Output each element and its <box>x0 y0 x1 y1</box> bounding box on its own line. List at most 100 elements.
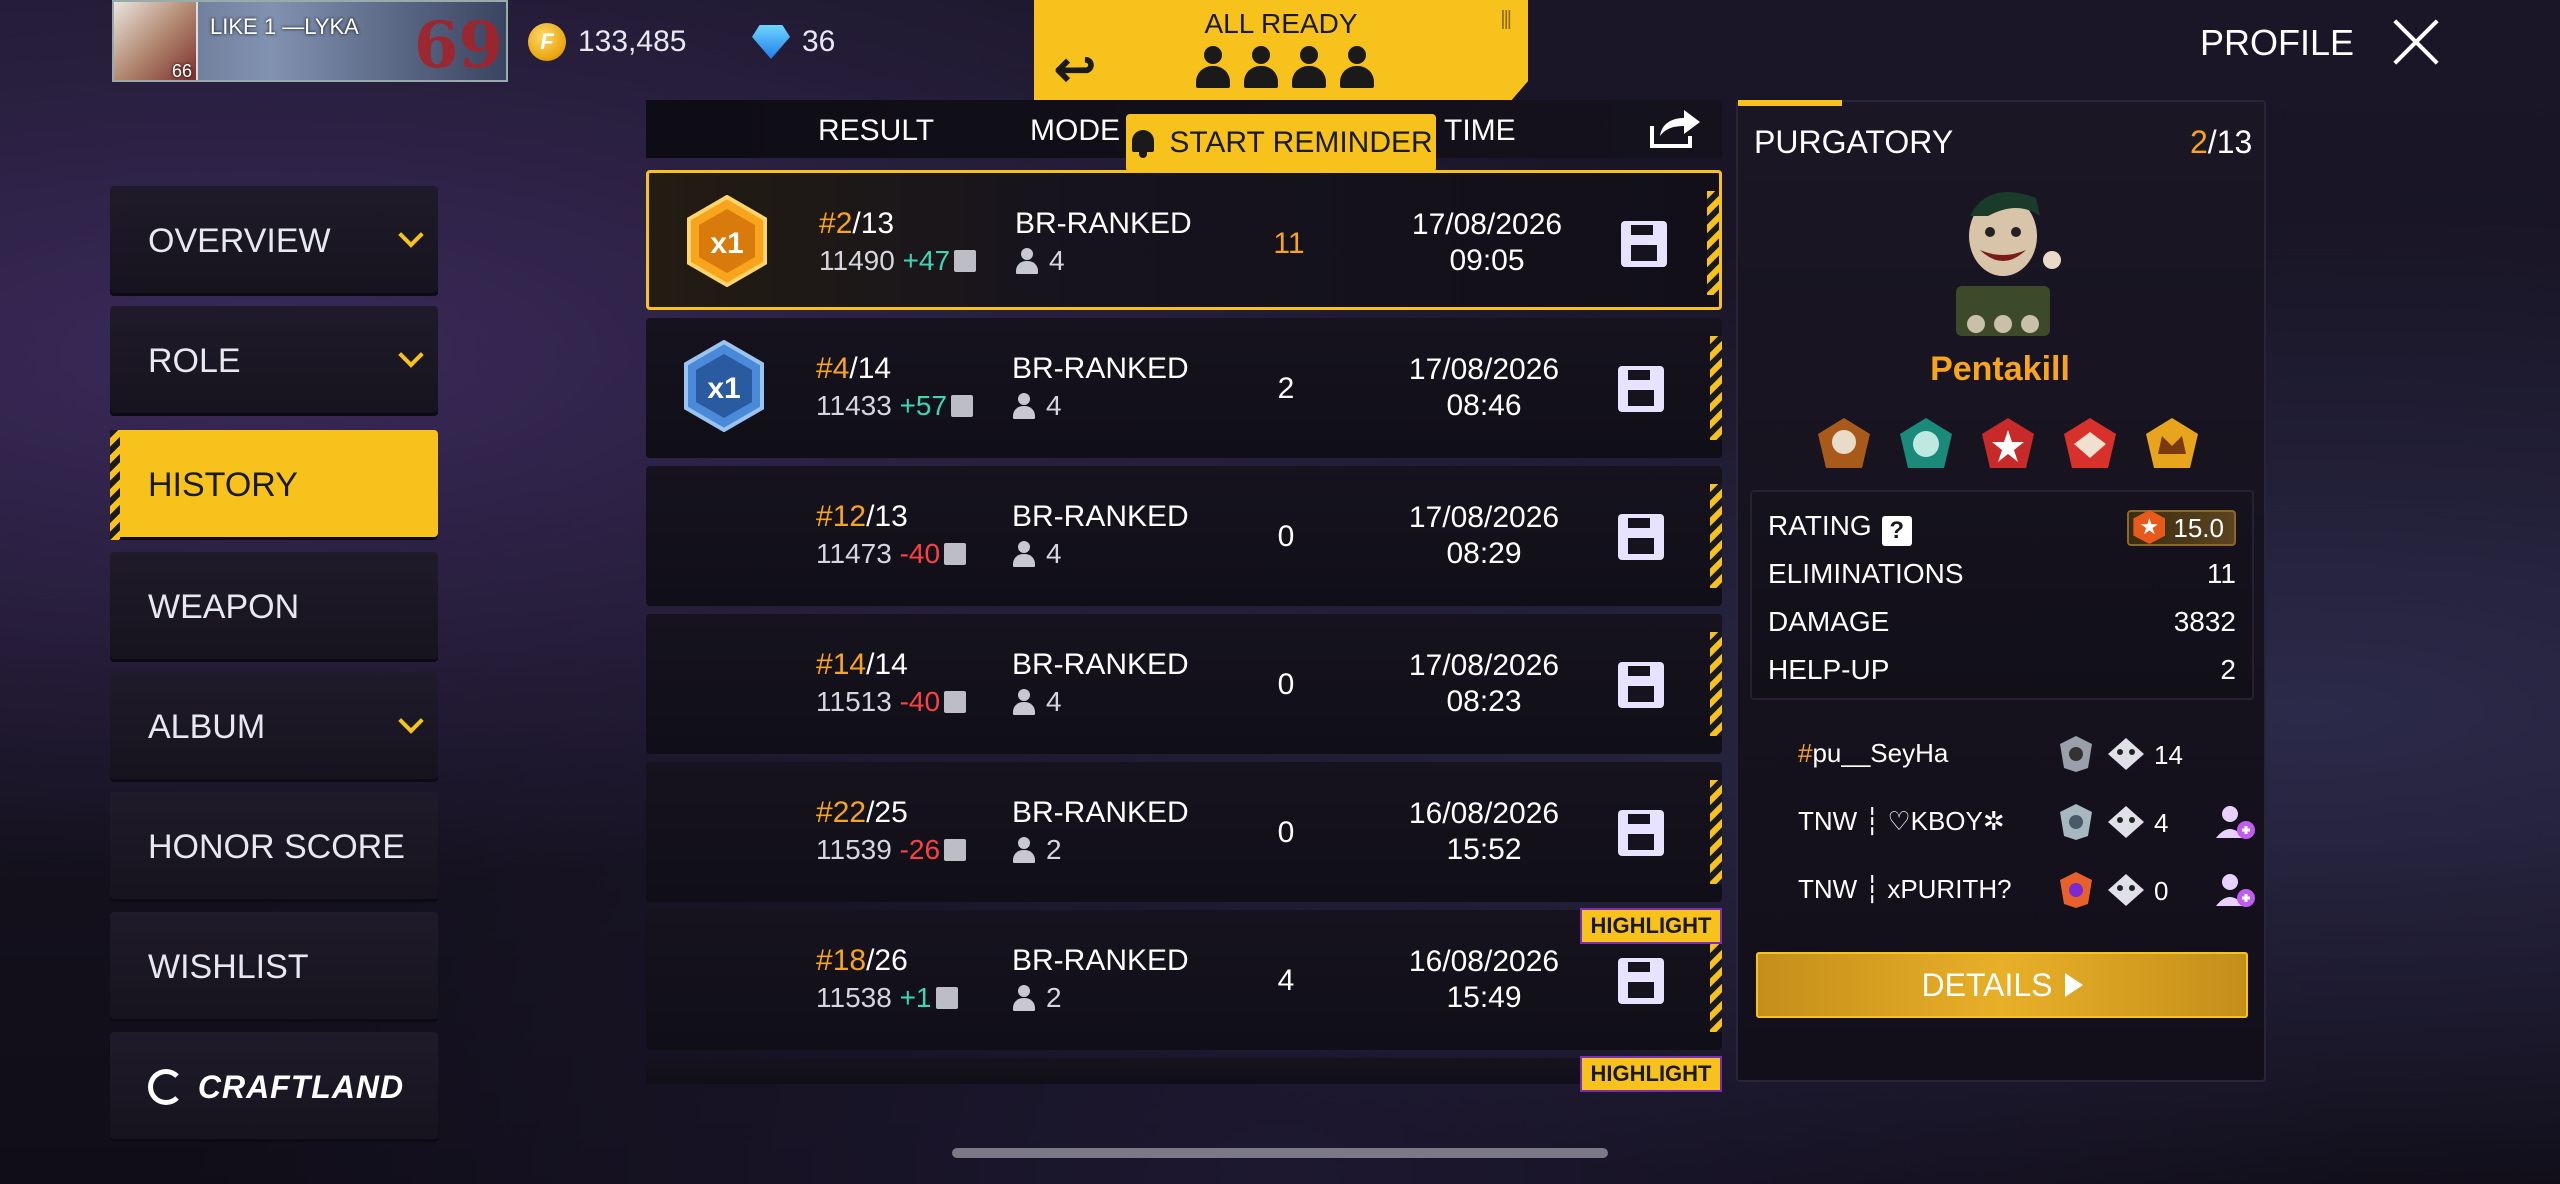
add-friend-icon[interactable] <box>2214 802 2258 842</box>
match-score: 11513 -40 <box>816 686 967 718</box>
sidebar-item-craftland[interactable]: CRAFTLAND <box>110 1032 438 1142</box>
rank-shield-icon <box>2060 804 2092 840</box>
person-icon <box>1012 985 1036 1011</box>
sidebar-item-history[interactable]: HISTORY <box>110 430 438 540</box>
match-rank: #22/25 <box>816 796 908 829</box>
column-header-result: RESULT <box>818 114 935 147</box>
person-icon <box>1012 837 1036 863</box>
save-replay-icon[interactable] <box>1618 958 1664 1004</box>
help-icon[interactable]: ? <box>1881 516 1912 546</box>
table-row[interactable]: #12/13 11473 -40 BR-RANKED 4 0 17/08/202… <box>646 466 1722 606</box>
sidebar-item-wishlist[interactable]: WISHLIST <box>110 912 438 1022</box>
person-icon <box>1012 689 1036 715</box>
match-score: 11473 -40 <box>816 538 967 570</box>
craftland-logo-icon <box>144 1065 188 1109</box>
sidebar-item-label: ALBUM <box>148 707 266 746</box>
lobby-status-panel[interactable]: ↩ ALL READY ||| <box>1034 0 1528 104</box>
page-title: PROFILE <box>2200 22 2355 63</box>
details-button[interactable]: DETAILS <box>1756 952 2248 1018</box>
match-rank: #18/26 <box>816 944 908 977</box>
kill-skull-icon <box>2108 874 2144 906</box>
sidebar-item-label: OVERVIEW <box>148 221 331 260</box>
match-datetime: 17/08/2026 08:46 <box>1408 353 1560 422</box>
share-icon[interactable] <box>1648 106 1702 150</box>
save-replay-icon[interactable] <box>1618 662 1664 708</box>
play-arrow-icon <box>2064 973 2083 997</box>
column-header-time: TIME <box>1444 114 1516 147</box>
lobby-status: ALL READY <box>1204 8 1358 39</box>
gold-coin-icon: F <box>528 23 566 61</box>
sidebar-item-overview[interactable]: OVERVIEW <box>110 186 438 296</box>
stat-eliminations: ELIMINATIONS 11 <box>1768 558 2236 589</box>
person-icon <box>1012 393 1036 419</box>
character-title: Pentakill <box>1930 350 2070 388</box>
drag-handle-icon[interactable]: ||| <box>1500 8 1512 31</box>
score-detail-icon[interactable] <box>954 250 977 272</box>
save-replay-icon[interactable] <box>1618 366 1664 412</box>
sidebar-item-honor-score[interactable]: HONOR SCORE <box>110 792 438 902</box>
row-accent-stripe <box>1710 484 1722 588</box>
teammate-row[interactable]: TNW ┆ xPURITH? 0 <box>1796 866 2256 918</box>
table-row[interactable] <box>646 1058 1722 1084</box>
match-mode: BR-RANKED <box>1015 207 1192 240</box>
return-arrow-icon[interactable]: ↩ <box>1054 40 1096 98</box>
like-counter: LIKE 1 —LYKA <box>210 14 359 39</box>
eagle-medal-icon[interactable] <box>2060 414 2120 474</box>
kill-skull-icon <box>2108 806 2144 838</box>
add-friend-icon[interactable] <box>2214 870 2258 910</box>
row-accent-stripe <box>1710 336 1722 440</box>
sidebar-item-label: HISTORY <box>148 465 298 504</box>
sidebar-item-label: HONOR SCORE <box>148 827 405 866</box>
table-row[interactable]: #18/26 11538 +1 BR-RANKED 2 4 16/08/2026… <box>646 910 1722 1050</box>
save-replay-icon[interactable] <box>1621 221 1667 267</box>
table-row[interactable]: x1 #2/13 11490 +47 BR-RANKED 4 11 17/08/… <box>646 170 1722 310</box>
row-accent-stripe <box>1710 780 1722 884</box>
score-detail-icon[interactable] <box>944 691 967 713</box>
person-icon <box>1012 541 1036 567</box>
close-icon[interactable] <box>2390 16 2442 68</box>
gold-amount: 133,485 <box>578 25 687 58</box>
fist-medal-icon[interactable] <box>1896 414 1956 474</box>
table-row[interactable]: x1 #4/14 11433 +57 BR-RANKED 4 2 17/08/2… <box>646 318 1722 458</box>
avatar: 66 <box>114 2 198 80</box>
home-indicator[interactable] <box>952 1148 1608 1158</box>
table-row[interactable]: #22/25 11539 -26 BR-RANKED 2 0 16/08/202… <box>646 762 1722 902</box>
gold-currency: F 133,485 <box>528 22 686 62</box>
save-replay-icon[interactable] <box>1618 514 1664 560</box>
match-datetime: 16/08/2026 15:52 <box>1408 797 1560 866</box>
squad-member-icon <box>1338 46 1376 90</box>
svg-text:x1: x1 <box>707 372 740 405</box>
sidebar-item-album[interactable]: ALBUM <box>110 672 438 782</box>
score-detail-icon[interactable] <box>951 395 974 417</box>
teammate-row[interactable]: #pu__SeyHa 14 <box>1796 730 2256 782</box>
teammate-row[interactable]: TNW ┆ ♡KBOY✲ 4 <box>1796 798 2256 850</box>
match-mode: BR-RANKED <box>1012 796 1189 829</box>
sidebar-item-role[interactable]: ROLE <box>110 306 438 416</box>
highlight-badge[interactable]: HIGHLIGHT <box>1580 1056 1722 1092</box>
match-rank: #14/14 <box>816 648 908 681</box>
crown-medal-icon[interactable] <box>2142 414 2202 474</box>
row-accent-stripe <box>1707 191 1719 295</box>
highlight-badge[interactable]: HIGHLIGHT <box>1580 908 1722 944</box>
team-size: 4 <box>1015 245 1065 277</box>
teammate-kills: 4 <box>2154 808 2169 838</box>
rank-shield-icon <box>2060 736 2092 772</box>
star-medal-icon[interactable] <box>1978 414 2038 474</box>
match-rank: #4/14 <box>816 352 892 385</box>
match-eliminations: 0 <box>1277 668 1295 701</box>
skull-medal-icon[interactable] <box>1814 414 1874 474</box>
score-detail-icon[interactable] <box>944 839 967 861</box>
chevron-down-icon <box>396 228 428 248</box>
table-row[interactable]: #14/14 11513 -40 BR-RANKED 4 0 17/08/202… <box>646 614 1722 754</box>
teammate-name: TNW ┆ xPURITH? <box>1798 874 2012 904</box>
score-detail-icon[interactable] <box>935 987 958 1009</box>
squad-member-icon <box>1290 46 1328 90</box>
person-icon <box>1015 248 1039 274</box>
sidebar-item-weapon[interactable]: WEAPON <box>110 552 438 662</box>
player-card[interactable]: 66 LIKE 1 —LYKA 69 <box>112 0 508 82</box>
save-replay-icon[interactable] <box>1618 810 1664 856</box>
score-detail-icon[interactable] <box>944 543 967 565</box>
panel-accent <box>1738 100 1842 106</box>
stat-damage: DAMAGE 3832 <box>1768 606 2236 637</box>
start-reminder-button[interactable]: START REMINDER <box>1126 114 1436 172</box>
